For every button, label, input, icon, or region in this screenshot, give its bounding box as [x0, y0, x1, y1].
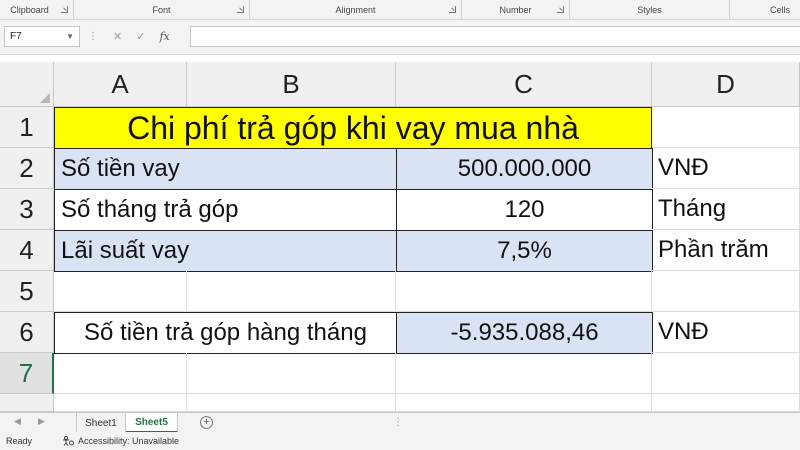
- cell-c3-months[interactable]: 120: [396, 189, 653, 231]
- cell-b5[interactable]: [187, 271, 396, 312]
- ribbon-group-styles: Styles: [570, 0, 730, 20]
- ribbon-group-number: Number: [462, 0, 570, 20]
- row-header-6[interactable]: 6: [0, 312, 54, 353]
- ribbon-group-clipboard: Clipboard: [0, 0, 74, 20]
- enter-check-icon[interactable]: ✓: [136, 30, 145, 43]
- cell-d7[interactable]: [652, 353, 800, 394]
- ribbon-group-label: Cells: [769, 5, 790, 15]
- accessibility-label: Accessibility: Unavailable: [78, 436, 180, 446]
- accessibility-status[interactable]: Accessibility: Unavailable: [62, 436, 179, 446]
- sheet-tab-bar: ◀ ▶ Sheet1 Sheet5 + ⋮: [0, 412, 800, 433]
- cell-d8[interactable]: [652, 394, 800, 412]
- cell-b7[interactable]: [187, 353, 396, 394]
- status-ready: Ready: [6, 436, 33, 446]
- formula-input[interactable]: [190, 26, 800, 47]
- ribbon-group-labels: Clipboard Font Alignment Number Styles C…: [0, 0, 800, 20]
- formula-buttons: ✕ ✓ fx: [103, 26, 188, 47]
- row-header-1[interactable]: 1: [0, 107, 54, 148]
- row-header-7[interactable]: 7: [0, 353, 54, 394]
- title-cell[interactable]: Chi phí trả góp khi vay mua nhà: [54, 107, 652, 149]
- row-header-5[interactable]: 5: [0, 271, 54, 312]
- column-header-d[interactable]: D: [652, 62, 800, 107]
- sheet-tab-sheet5[interactable]: Sheet5: [126, 413, 178, 433]
- cell-d4-unit[interactable]: Phần trăm: [652, 230, 800, 271]
- accessibility-icon: [63, 436, 75, 446]
- dialog-launcher-icon[interactable]: [61, 6, 68, 13]
- spreadsheet-grid: A B C D 1 2 3 4 5 6 7 Chi phí trả góp kh…: [0, 62, 800, 412]
- formula-bar: F7 ▼ ⋮ ✕ ✓ fx: [0, 20, 800, 55]
- cell-c2-loan-amount[interactable]: 500.000.000: [396, 148, 653, 190]
- row-header-4[interactable]: 4: [0, 230, 54, 271]
- cell-c4-rate[interactable]: 7,5%: [396, 230, 653, 272]
- chevron-down-icon[interactable]: ▼: [66, 32, 74, 41]
- column-header-a[interactable]: A: [54, 62, 187, 107]
- ribbon-group-label: Styles: [637, 5, 662, 15]
- cell-d5[interactable]: [652, 271, 800, 312]
- cell-a7[interactable]: [54, 353, 187, 394]
- cell-a5[interactable]: [54, 271, 187, 312]
- select-all-button[interactable]: [0, 62, 54, 107]
- dialog-launcher-icon[interactable]: [557, 6, 564, 13]
- row-header-8[interactable]: [0, 394, 54, 412]
- ribbon-group-label: Alignment: [335, 5, 376, 15]
- ribbon-group-label: Number: [499, 5, 532, 15]
- ribbon-group-alignment: Alignment: [250, 0, 462, 20]
- cell-d2-unit[interactable]: VNĐ: [652, 148, 800, 189]
- ribbon-group-label: Clipboard: [10, 5, 49, 15]
- cell-d3-unit[interactable]: Tháng: [652, 189, 800, 230]
- tab-splitter-icon[interactable]: ⋮: [393, 417, 403, 428]
- cell-b8[interactable]: [187, 394, 396, 412]
- ribbon-group-font: Font: [74, 0, 250, 20]
- sheet-tab-sheet1[interactable]: Sheet1: [76, 413, 126, 433]
- name-box[interactable]: F7 ▼: [4, 26, 80, 47]
- cancel-icon[interactable]: ✕: [113, 30, 122, 43]
- ribbon-group-cells: Cells: [730, 0, 800, 20]
- row-header-2[interactable]: 2: [0, 148, 54, 189]
- add-sheet-icon[interactable]: +: [200, 416, 213, 429]
- column-header-c[interactable]: C: [396, 62, 652, 107]
- ribbon-group-label: Font: [152, 5, 171, 15]
- scroll-tabs-left-icon[interactable]: ◀: [14, 416, 21, 427]
- dialog-launcher-icon[interactable]: [449, 6, 456, 13]
- cell-c7[interactable]: [396, 353, 652, 394]
- scroll-tabs-right-icon[interactable]: ▶: [38, 416, 45, 427]
- cell-a2-loan-amount-label[interactable]: Số tiền vay: [54, 148, 397, 190]
- cell-c5[interactable]: [396, 271, 652, 312]
- column-header-b[interactable]: B: [187, 62, 396, 107]
- insert-function-icon[interactable]: fx: [159, 30, 169, 43]
- row-header-3[interactable]: 3: [0, 189, 54, 230]
- cell-c6-monthly-payment[interactable]: -5.935.088,46: [396, 312, 653, 354]
- cell-a6-monthly-payment-label[interactable]: Số tiền trả góp hàng tháng: [54, 312, 397, 354]
- name-box-value: F7: [10, 31, 22, 42]
- dialog-launcher-icon[interactable]: [237, 6, 244, 13]
- cell-d6-unit[interactable]: VNĐ: [652, 312, 800, 353]
- cell-a4-rate-label[interactable]: Lãi suất vay: [54, 230, 397, 272]
- cell-a3-months-label[interactable]: Số tháng trả góp: [54, 189, 397, 231]
- cell-d1[interactable]: [652, 107, 800, 148]
- cell-c8[interactable]: [396, 394, 652, 412]
- status-bar: Ready Accessibility: Unavailable: [0, 432, 800, 450]
- splitter-dots-icon[interactable]: ⋮: [88, 31, 98, 42]
- cell-a8[interactable]: [54, 394, 187, 412]
